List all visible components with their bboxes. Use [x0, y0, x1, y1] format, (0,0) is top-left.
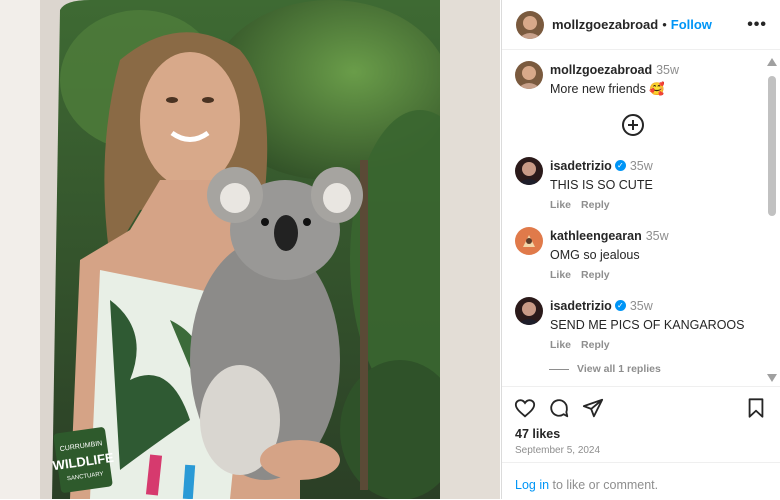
login-suffix: to like or comment. — [549, 478, 659, 492]
post-actions: 47 likes September 5, 2024 Log in to lik… — [502, 386, 780, 500]
like-button[interactable] — [514, 397, 536, 419]
comment-item: isadetrizio ✓ 35w SEND ME PICS OF KANGAROO… — [515, 297, 744, 351]
follow-button[interactable]: Follow — [671, 17, 712, 32]
comment-time: 35w — [629, 159, 653, 173]
comments-scrollbar[interactable] — [765, 56, 779, 384]
login-prompt: Log in to like or comment. — [502, 462, 780, 492]
post-date: September 5, 2024 — [515, 445, 601, 456]
like-comment-button[interactable]: Like — [550, 199, 571, 211]
verified-badge-icon: ✓ — [614, 300, 626, 312]
avatar-image — [515, 61, 543, 89]
bookmark-icon — [748, 398, 764, 418]
save-button[interactable] — [745, 397, 767, 419]
like-comment-button[interactable]: Like — [550, 339, 571, 351]
comment-text: SEND ME PICS OF KANGAROOS — [550, 318, 745, 332]
like-comment-button[interactable]: Like — [550, 269, 571, 281]
avatar-image — [516, 10, 544, 39]
caption-text: More new friends 🥰 — [550, 82, 665, 96]
post-header: mollzgoezabroad • Follow ••• — [502, 0, 780, 50]
comments-list: mollzgoezabroad 35w More new friends 🥰 is… — [502, 51, 765, 385]
comment-username[interactable]: isadetrizio — [550, 159, 612, 173]
reply-comment-button[interactable]: Reply — [581, 339, 610, 351]
login-link[interactable]: Log in — [515, 478, 549, 492]
comment-text: THIS IS SO CUTE — [550, 178, 653, 192]
view-replies-button[interactable]: View all 1 replies — [549, 363, 661, 375]
comment-item: kathleengearan 35w OMG so jealous Like Rep… — [515, 227, 669, 281]
load-more-comments-icon[interactable] — [622, 114, 644, 136]
reply-comment-button[interactable]: Reply — [581, 199, 610, 211]
instagram-post-view: CURRUMBIN WILDLIFE SANCTUARY mollzgoezab… — [0, 0, 780, 499]
verified-badge-icon: ✓ — [614, 160, 626, 172]
comment-username[interactable]: kathleengearan — [550, 229, 642, 243]
caption-avatar[interactable] — [515, 61, 543, 89]
author-username[interactable]: mollzgoezabroad — [552, 17, 658, 32]
comment-button[interactable] — [548, 397, 570, 419]
photo-illustration: CURRUMBIN WILDLIFE SANCTUARY — [0, 0, 500, 499]
more-options-button[interactable]: ••• — [747, 16, 767, 34]
share-button[interactable] — [582, 397, 604, 419]
reply-comment-button[interactable]: Reply — [581, 269, 610, 281]
caption: mollzgoezabroad 35w More new friends 🥰 — [515, 61, 679, 97]
comment-username[interactable]: isadetrizio — [550, 299, 612, 313]
avatar-image — [515, 157, 543, 185]
likes-count[interactable]: 47 likes — [515, 427, 560, 441]
post-side-panel: mollzgoezabroad • Follow ••• mollzgoezab… — [501, 0, 780, 499]
comment-avatar[interactable] — [515, 297, 543, 325]
heart-icon — [514, 399, 536, 418]
caption-time: 35w — [656, 63, 680, 77]
caption-username[interactable]: mollzgoezabroad — [550, 63, 652, 77]
avatar-image — [515, 297, 543, 325]
scroll-down-arrow-icon[interactable] — [767, 374, 777, 382]
post-image[interactable]: CURRUMBIN WILDLIFE SANCTUARY — [0, 0, 500, 499]
comment-avatar[interactable] — [515, 157, 543, 185]
scrollbar-thumb[interactable] — [768, 76, 776, 216]
comment-time: 35w — [629, 299, 653, 313]
share-icon — [582, 398, 604, 418]
view-replies-label: View all 1 replies — [577, 363, 661, 375]
comment-text: OMG so jealous — [550, 248, 640, 262]
header-separator: • — [662, 17, 667, 32]
replies-divider — [549, 368, 569, 370]
comment-item: isadetrizio ✓ 35w THIS IS SO CUTE Like Repl… — [515, 157, 653, 211]
author-avatar[interactable] — [516, 10, 544, 39]
comment-time: 35w — [645, 229, 669, 243]
avatar-image — [515, 227, 543, 255]
scroll-up-arrow-icon[interactable] — [767, 58, 777, 66]
comment-avatar[interactable] — [515, 227, 543, 255]
comment-icon — [550, 399, 569, 418]
